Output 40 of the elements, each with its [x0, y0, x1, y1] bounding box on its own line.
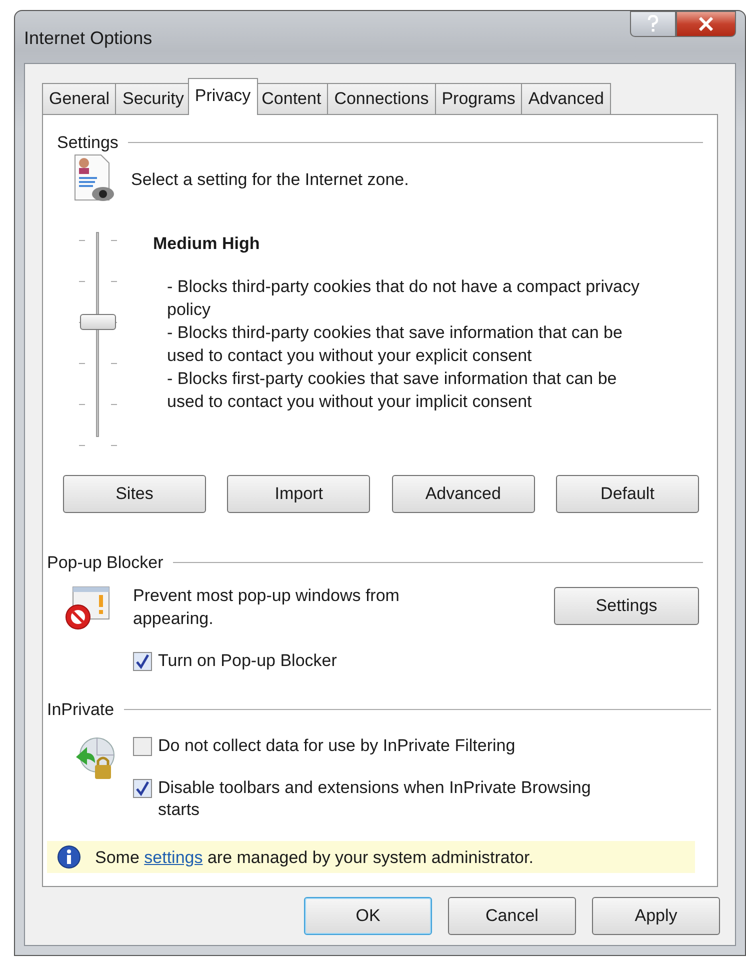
tab[interactable]: Privacy: [188, 78, 258, 115]
policy-description: - Blocks third-party cookies that save information that can be used to contact you without your explicit consent: [167, 322, 624, 367]
info-message: Some settings are managed by your system administrator.: [95, 846, 534, 868]
group-heading: Settings: [57, 132, 118, 154]
checkbox[interactable]: [133, 779, 152, 798]
tab[interactable]: Security: [115, 83, 191, 114]
popup-description: Prevent most pop-up windows from appearing.: [133, 585, 400, 630]
tab[interactable]: General: [42, 83, 116, 114]
settings-button[interactable]: Settings: [554, 587, 699, 625]
settings-link[interactable]: settings: [144, 848, 203, 866]
tab[interactable]: Advanced: [521, 83, 612, 114]
group-heading: InPrivate: [47, 699, 114, 721]
window-title: Internet Options: [24, 27, 152, 50]
tab[interactable]: Connections: [327, 83, 436, 114]
button[interactable]: Import: [227, 475, 370, 513]
checkbox-label[interactable]: Turn on Pop-up Blocker: [158, 650, 337, 672]
checkbox-label[interactable]: Disable toolbars and extensions when InPrivate Browsing starts: [158, 777, 603, 821]
checkbox[interactable]: [133, 737, 152, 756]
close-button[interactable]: [676, 11, 736, 37]
info-icon: [57, 845, 81, 869]
help-button[interactable]: [630, 11, 676, 37]
help-icon: [646, 15, 660, 33]
close-icon: [698, 17, 714, 31]
tab[interactable]: Programs: [434, 83, 522, 114]
slider-thumb[interactable]: [80, 314, 116, 330]
checkbox-label[interactable]: Do not collect data for use by InPrivate Filtering: [158, 735, 516, 757]
privacy-document-icon: [73, 154, 115, 204]
group-heading: Pop-up Blocker: [47, 552, 164, 574]
setting-prompt: Select a setting for the Internet zone.: [131, 168, 409, 190]
dialog-button[interactable]: Cancel: [448, 897, 576, 935]
checkbox[interactable]: [133, 652, 152, 671]
policy-description: - Blocks third-party cookies that do not have a compact privacy policy: [167, 276, 640, 321]
dialog-button[interactable]: OK: [304, 897, 432, 935]
slider-track[interactable]: [96, 232, 99, 437]
button[interactable]: Default: [556, 475, 699, 513]
button[interactable]: Sites: [63, 475, 206, 513]
button[interactable]: Advanced: [392, 475, 535, 513]
policy-description: - Blocks first-party cookies that save information that can be used to contact you without your implicit consent: [167, 368, 618, 413]
privacy-level-name: Medium High: [153, 233, 261, 255]
dialog-button[interactable]: Apply: [592, 897, 720, 935]
